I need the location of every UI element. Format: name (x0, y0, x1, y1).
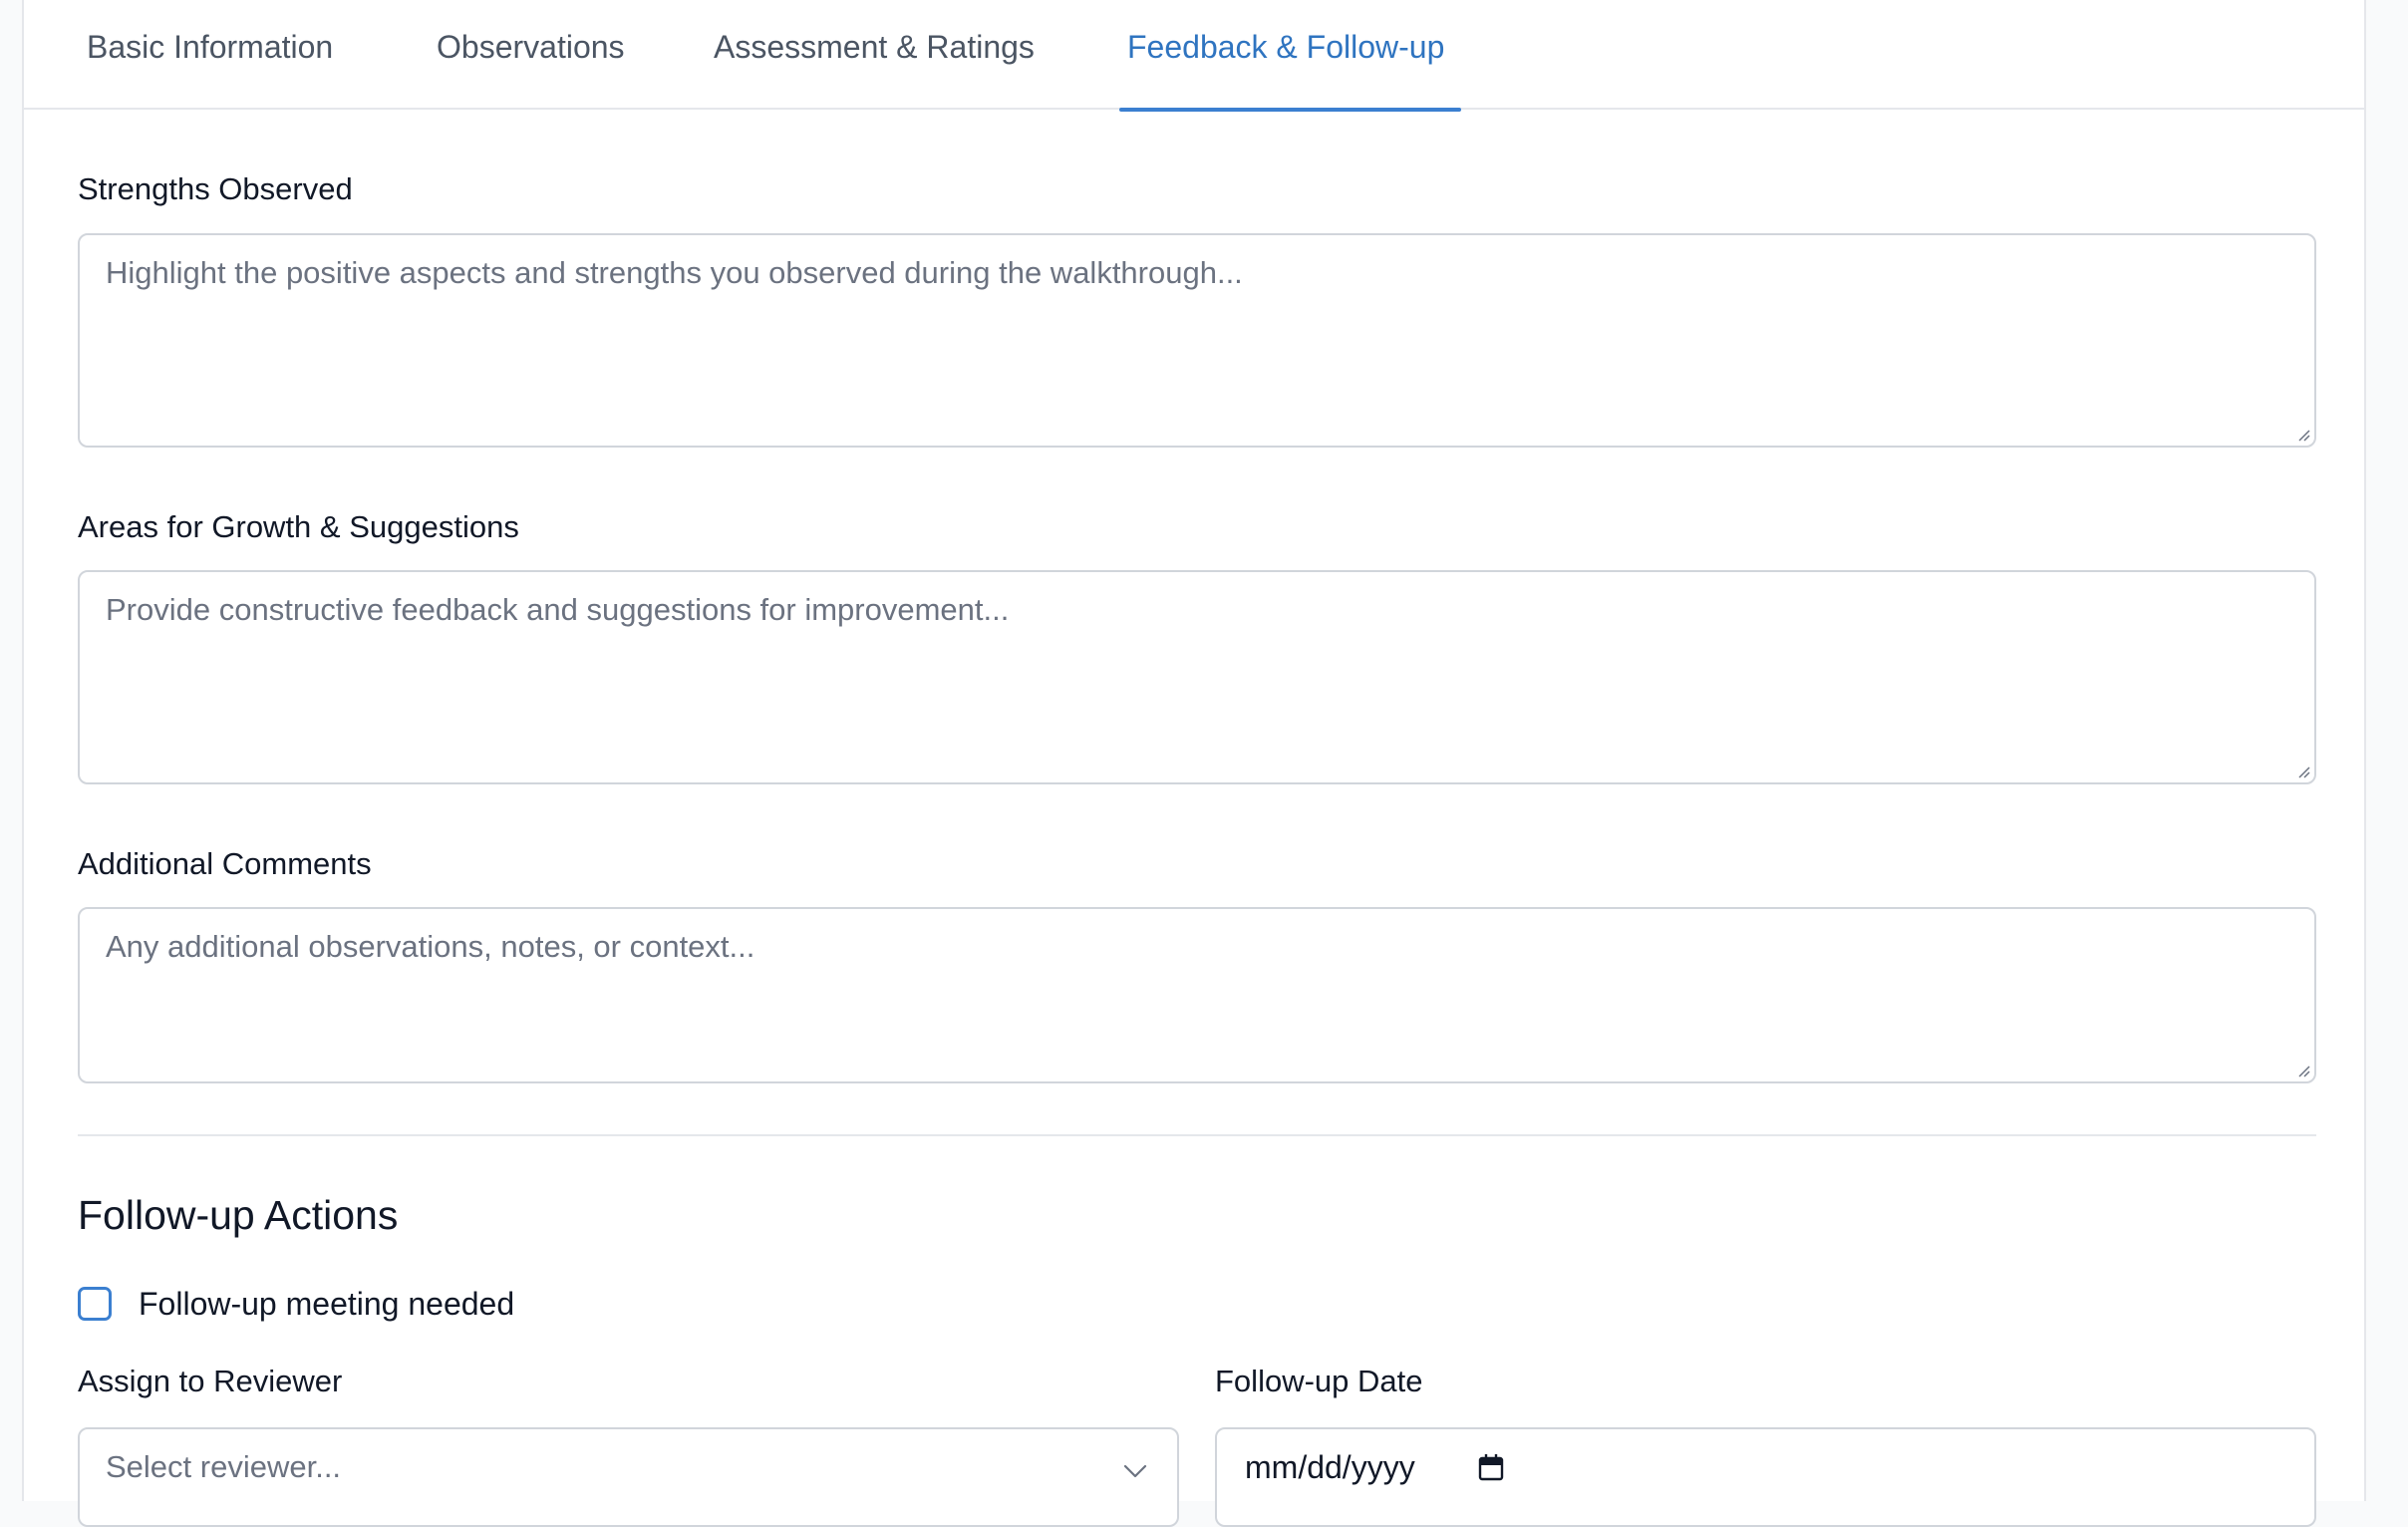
section-divider (78, 1134, 2316, 1136)
comments-placeholder: Any additional observations, notes, or c… (106, 929, 755, 964)
tab-observations[interactable]: Observations (429, 0, 633, 110)
strengths-textarea[interactable]: Highlight the positive aspects and stren… (78, 233, 2316, 448)
resize-grip-icon[interactable] (2294, 426, 2310, 442)
follow-up-meeting-label[interactable]: Follow-up meeting needed (139, 1286, 514, 1323)
follow-up-date-label: Follow-up Date (1215, 1364, 1423, 1398)
follow-up-date-value: mm/dd/yyyy (1245, 1449, 1415, 1485)
comments-textarea[interactable]: Any additional observations, notes, or c… (78, 907, 2316, 1083)
reviewer-select[interactable]: Select reviewer... (78, 1427, 1179, 1527)
growth-textarea[interactable]: Provide constructive feedback and sugges… (78, 570, 2316, 784)
comments-label: Additional Comments (78, 846, 372, 881)
follow-up-date-input[interactable]: mm/dd/yyyy (1215, 1427, 2316, 1527)
calendar-icon[interactable] (1478, 1453, 1504, 1481)
tab-assessment-ratings[interactable]: Assessment & Ratings (706, 0, 1043, 110)
tab-bar: Basic Information Observations Assessmen… (24, 0, 2364, 112)
resize-grip-icon[interactable] (2294, 1062, 2310, 1077)
form-card: Basic Information Observations Assessmen… (22, 0, 2366, 1527)
growth-label: Areas for Growth & Suggestions (78, 509, 519, 544)
chevron-down-icon (1123, 1464, 1147, 1478)
strengths-placeholder: Highlight the positive aspects and stren… (106, 255, 1243, 290)
follow-up-actions-heading: Follow-up Actions (78, 1192, 399, 1238)
reviewer-label: Assign to Reviewer (78, 1364, 343, 1398)
tab-feedback-follow-up[interactable]: Feedback & Follow-up (1119, 0, 1461, 112)
strengths-label: Strengths Observed (78, 171, 353, 206)
resize-grip-icon[interactable] (2294, 763, 2310, 778)
tab-basic-information[interactable]: Basic Information (79, 0, 341, 110)
follow-up-meeting-checkbox[interactable] (78, 1287, 112, 1321)
reviewer-select-value: Select reviewer... (106, 1449, 342, 1484)
growth-placeholder: Provide constructive feedback and sugges… (106, 592, 1010, 627)
